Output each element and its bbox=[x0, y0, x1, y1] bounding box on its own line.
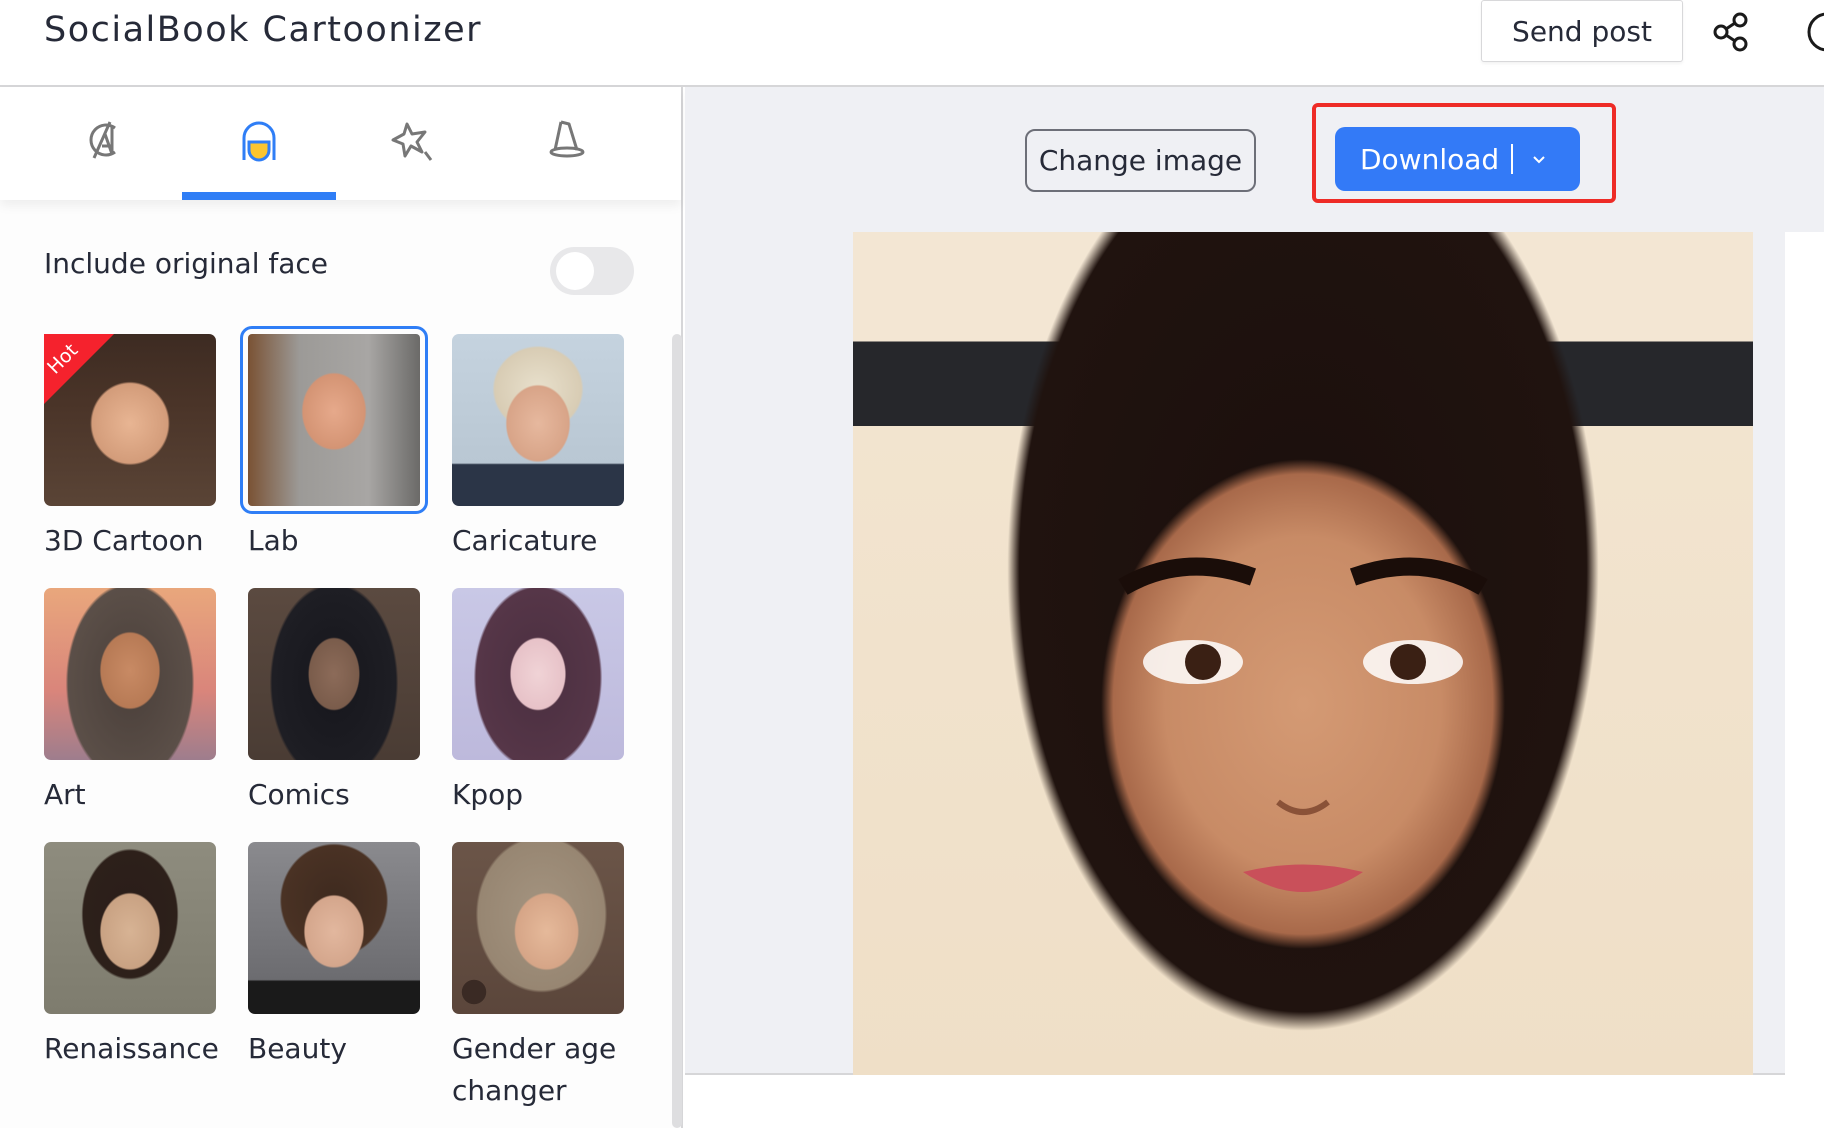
hot-badge: Hot bbox=[44, 334, 114, 404]
style-thumbnail bbox=[452, 334, 624, 506]
download-separator bbox=[1511, 144, 1514, 174]
style-thumbnail bbox=[248, 842, 420, 1014]
tab-magic[interactable] bbox=[336, 87, 490, 200]
account-icon[interactable] bbox=[1805, 10, 1824, 54]
side-panel bbox=[1785, 232, 1824, 1075]
style-sidebar: Include original face Hot 3D Cartoon Lab… bbox=[0, 87, 683, 1128]
style-label: 3D Cartoon bbox=[44, 524, 204, 557]
app-title: SocialBook Cartoonizer bbox=[44, 10, 483, 50]
style-thumbnail bbox=[44, 842, 216, 1014]
footer-area bbox=[685, 1076, 1824, 1128]
include-original-face-label: Include original face bbox=[44, 247, 329, 280]
send-post-button[interactable]: Send post bbox=[1481, 0, 1683, 62]
face-details bbox=[1118, 557, 1488, 892]
style-label: Kpop bbox=[452, 778, 524, 811]
magic-wand-star-icon bbox=[391, 122, 433, 161]
share-icon[interactable] bbox=[1710, 10, 1754, 54]
style-thumbnail bbox=[452, 588, 624, 760]
include-original-face-toggle[interactable] bbox=[550, 247, 634, 295]
sidebar-scrollbar[interactable] bbox=[672, 334, 682, 1128]
tab-hat[interactable] bbox=[490, 87, 644, 200]
active-tab-indicator bbox=[182, 192, 336, 200]
character-icon bbox=[242, 121, 276, 161]
toggle-knob bbox=[556, 252, 594, 290]
download-button[interactable]: Download bbox=[1335, 127, 1580, 191]
app-header: SocialBook Cartoonizer Send post bbox=[0, 0, 1824, 87]
category-tabs bbox=[0, 87, 681, 200]
tab-avengers[interactable] bbox=[29, 87, 183, 200]
preview-area: Change image Download bbox=[685, 87, 1824, 1075]
chevron-down-icon[interactable] bbox=[1531, 151, 1547, 167]
witch-hat-icon bbox=[549, 120, 585, 157]
style-thumbnail bbox=[44, 588, 216, 760]
style-label: Lab bbox=[248, 524, 299, 557]
avengers-icon bbox=[89, 120, 116, 159]
style-label: Comics bbox=[248, 778, 350, 811]
style-label: Renaissance bbox=[44, 1032, 219, 1065]
download-label: Download bbox=[1360, 142, 1500, 176]
style-label: Beauty bbox=[248, 1032, 347, 1065]
style-label: Art bbox=[44, 778, 86, 811]
style-thumbnail bbox=[248, 588, 420, 760]
change-image-button[interactable]: Change image bbox=[1025, 129, 1256, 192]
style-thumbnail bbox=[452, 842, 624, 1014]
style-label: Caricature bbox=[452, 524, 598, 557]
cartoonized-image bbox=[853, 232, 1753, 1075]
style-thumbnail bbox=[240, 326, 428, 514]
tab-character[interactable] bbox=[182, 87, 336, 200]
style-label: Gender age changer bbox=[452, 1032, 617, 1107]
